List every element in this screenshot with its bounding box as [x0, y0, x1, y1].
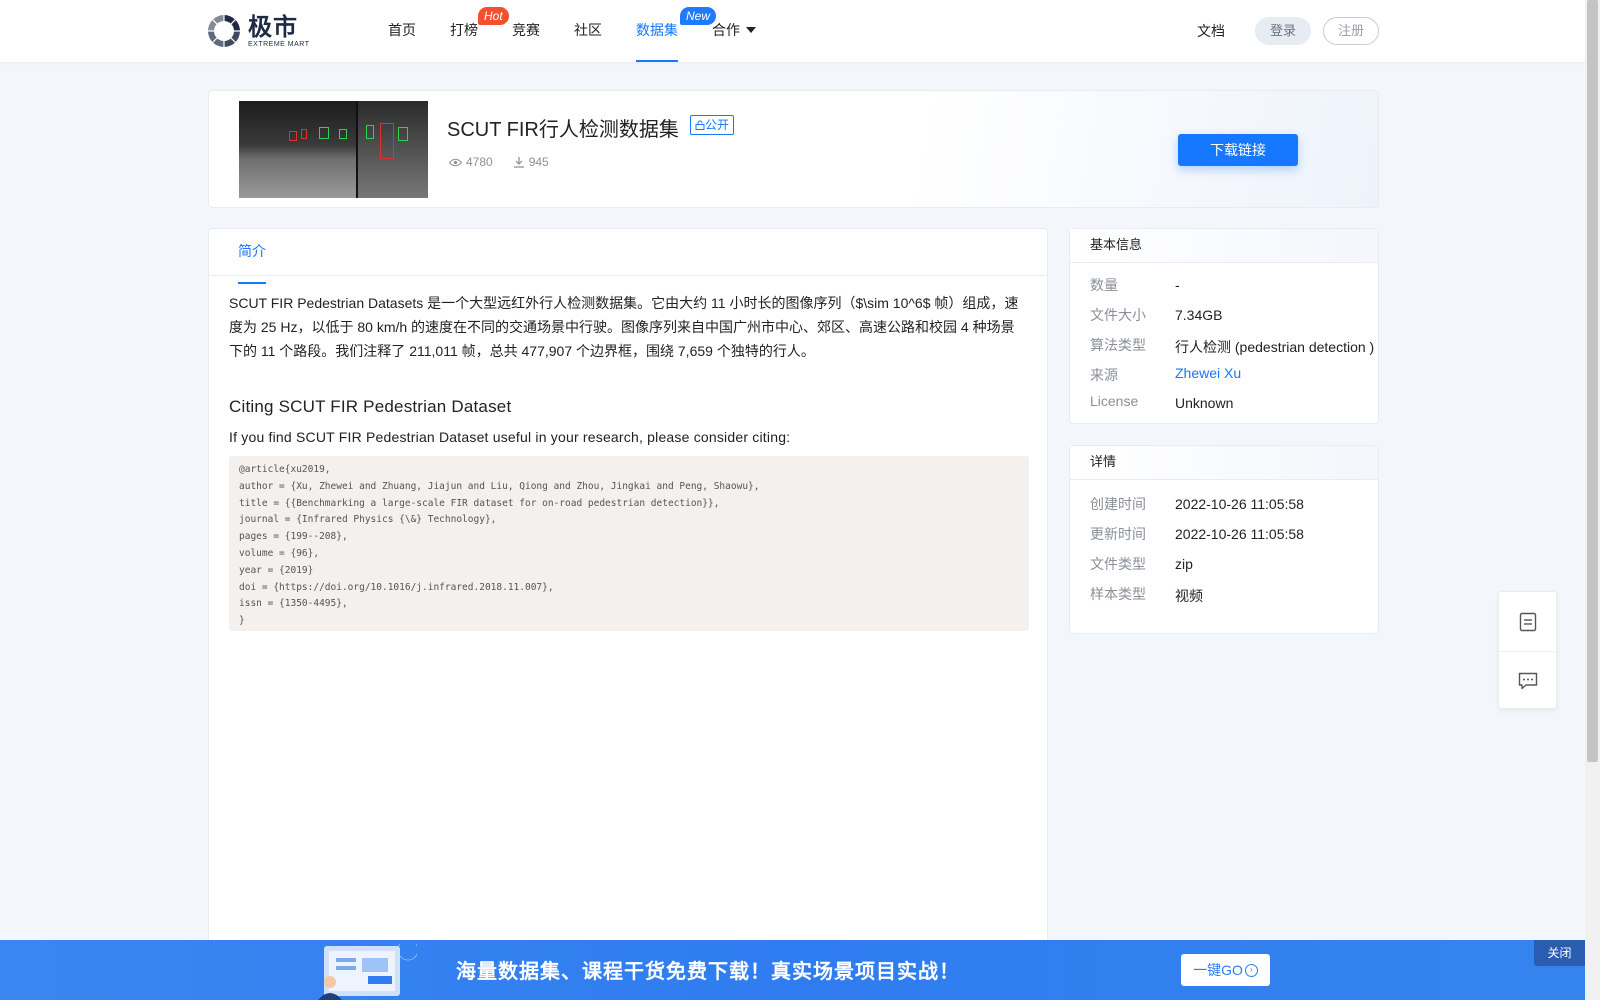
hot-badge: Hot [478, 7, 509, 25]
eye-icon [449, 158, 462, 166]
document-icon [1519, 612, 1536, 631]
download-count-value: 945 [528, 155, 549, 169]
source-link[interactable]: Zhewei Xu [1175, 365, 1241, 381]
info-value: - [1175, 277, 1180, 293]
new-badge: New [680, 7, 717, 25]
view-count-value: 4780 [466, 155, 493, 169]
nav-label: 数据集 [636, 22, 678, 38]
info-key: License [1090, 393, 1139, 409]
intro-text: SCUT FIR Pedestrian Datasets 是一个大型远红外行人检… [229, 295, 1019, 359]
visibility-label: 公开 [705, 118, 730, 132]
thumbnail-frame-right [358, 101, 428, 198]
download-icon [513, 157, 524, 168]
detail-row-sampletype: 样本类型 视频 [1070, 578, 1378, 608]
details-heading: 详情 [1070, 446, 1378, 480]
info-row-source: 来源 Zhewei Xu [1070, 359, 1378, 387]
details-card: 详情 创建时间 2022-10-26 11:05:58 更新时间 2022-10-2… [1069, 445, 1379, 634]
detail-key: 更新时间 [1090, 526, 1146, 542]
info-value: Unknown [1175, 395, 1234, 411]
download-count: 945 [513, 155, 549, 169]
main-nav: 首页 打榜 Hot 竞赛 社区 数据集 New 合作 [388, 0, 790, 62]
info-value: 7.34GB [1175, 307, 1223, 323]
banner-go-label: 一键GO [1193, 962, 1243, 978]
logo-cn: 极市 [248, 12, 298, 41]
detail-row-filetype: 文件类型 zip [1070, 548, 1378, 578]
comment-icon [1518, 672, 1537, 690]
nav-label: 合作 [712, 22, 740, 38]
tab-intro[interactable]: 简介 [238, 239, 266, 284]
bibtex-code-block: @article{xu2019, author = {Xu, Zhewei an… [229, 456, 1029, 631]
nav-leaderboard[interactable]: 打榜 Hot [450, 0, 509, 62]
nav-label: 社区 [574, 22, 602, 38]
info-key: 数量 [1090, 277, 1118, 293]
info-row-count: 数量 - [1070, 269, 1378, 299]
detail-key: 文件类型 [1090, 556, 1146, 572]
nav-community[interactable]: 社区 [574, 0, 602, 62]
nav-home[interactable]: 首页 [388, 0, 416, 62]
dataset-summary-card: SCUT FIR行人检测数据集 公开 4780 945 下载链接 [208, 90, 1379, 208]
detail-value: zip [1175, 556, 1193, 572]
logo-mark-icon [208, 15, 240, 47]
nav-label: 首页 [388, 22, 416, 38]
caret-down-icon [746, 27, 756, 33]
download-link-button[interactable]: 下载链接 [1178, 134, 1298, 166]
basic-info-heading: 基本信息 [1070, 229, 1378, 263]
arrow-right-icon: › [1244, 963, 1258, 977]
intro-panel: 简介 SCUT FIR Pedestrian Datasets 是一个大型远红外… [208, 228, 1048, 1000]
detail-key: 样本类型 [1090, 586, 1146, 602]
nav-competition[interactable]: 竞赛 [512, 0, 540, 62]
view-count: 4780 [449, 155, 493, 169]
citing-heading: Citing SCUT FIR Pedestrian Dataset [229, 397, 512, 416]
dataset-title: SCUT FIR行人检测数据集 [447, 119, 679, 141]
detail-row-updated: 更新时间 2022-10-26 11:05:58 [1070, 518, 1378, 548]
comment-button[interactable] [1499, 651, 1556, 710]
document-button[interactable] [1499, 592, 1556, 651]
dataset-thumbnail [239, 101, 428, 198]
detail-value: 视频 [1175, 588, 1203, 604]
basic-info-card: 基本信息 数量 - 文件大小 7.34GB 算法类型 行人检测 (pedestrian… [1069, 228, 1379, 424]
nav-cooperation[interactable]: 合作 [712, 0, 756, 62]
nav-datasets[interactable]: 数据集 New [636, 0, 717, 62]
info-key: 算法类型 [1090, 337, 1146, 353]
login-button[interactable]: 登录 [1255, 17, 1311, 45]
nav-label: 打榜 [450, 22, 478, 38]
nav-label: 竞赛 [512, 22, 540, 38]
visibility-badge: 公开 [690, 115, 735, 135]
logo-text: 极市 EXTREME MART [248, 14, 310, 49]
thumbnail-frame-left [239, 101, 356, 198]
banner-go-button[interactable]: 一键GO › [1181, 954, 1270, 986]
banner-close-button[interactable]: 关闭 [1534, 940, 1585, 966]
site-logo[interactable]: 极市 EXTREME MART [206, 12, 310, 50]
info-row-filesize: 文件大小 7.34GB [1070, 299, 1378, 329]
tab-divider [209, 275, 1047, 276]
detail-value: 2022-10-26 11:05:58 [1175, 526, 1304, 542]
detail-value: 2022-10-26 11:05:58 [1175, 496, 1304, 512]
logo-en: EXTREME MART [248, 40, 310, 48]
citing-text: If you find SCUT FIR Pedestrian Dataset … [229, 429, 791, 445]
top-header: 极市 EXTREME MART 首页 打榜 Hot 竞赛 社区 数据集 New … [0, 0, 1585, 62]
info-value: 行人检测 (pedestrian detection ) [1175, 339, 1375, 355]
detail-row-created: 创建时间 2022-10-26 11:05:58 [1070, 488, 1378, 518]
info-key: 文件大小 [1090, 307, 1146, 323]
banner-text: 海量数据集、课程干货免费下载！真实场景项目实战！ [456, 959, 960, 983]
detail-key: 创建时间 [1090, 496, 1146, 512]
promo-banner: 海量数据集、课程干货免费下载！真实场景项目实战！ 一键GO › 关闭 [0, 940, 1585, 1000]
floating-toolbar [1498, 591, 1557, 709]
info-key: 来源 [1090, 367, 1118, 383]
dataset-stats: 4780 945 [449, 155, 569, 169]
docs-link[interactable]: 文档 [1197, 21, 1225, 41]
register-button[interactable]: 注册 [1323, 17, 1379, 45]
banner-illustration-icon [318, 944, 417, 1000]
info-row-algorithm: 算法类型 行人检测 (pedestrian detection ) [1070, 329, 1378, 359]
scrollbar-thumb[interactable] [1587, 0, 1598, 762]
page-scrollbar[interactable] [1585, 0, 1600, 1000]
info-row-license: License Unknown [1070, 387, 1378, 417]
lock-open-icon [695, 120, 705, 130]
